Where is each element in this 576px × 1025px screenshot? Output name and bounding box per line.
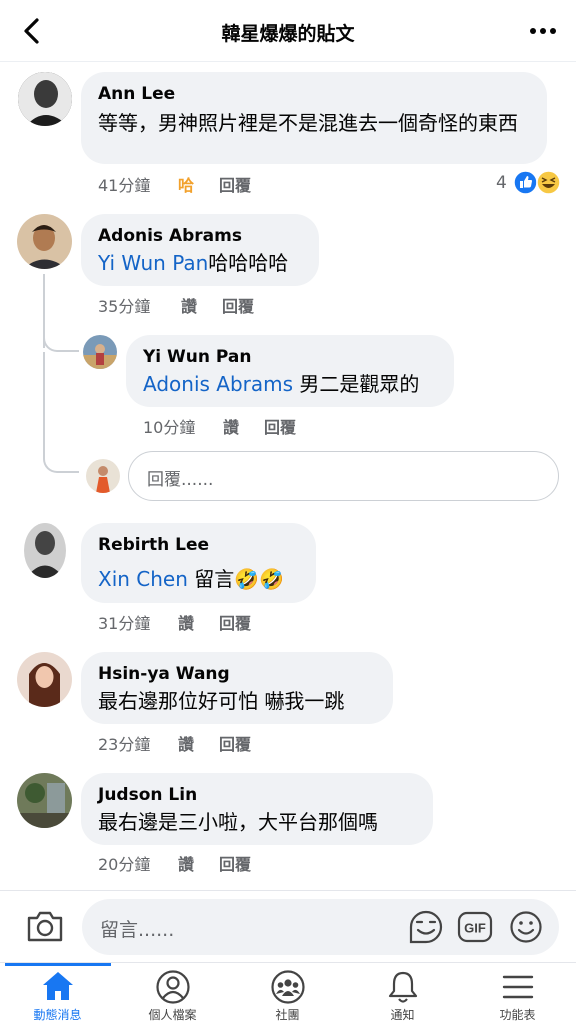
thread-connector xyxy=(43,352,79,473)
comment-time: 35分鐘 xyxy=(98,297,151,316)
comment-text: Yi Wun Pan哈哈哈哈 xyxy=(98,249,303,277)
reply-button[interactable]: 回覆 xyxy=(219,610,251,634)
comment-text-body: 留言🤣🤣 xyxy=(187,567,285,591)
mention-link[interactable]: Adonis Abrams xyxy=(143,372,293,396)
tab-label: 功能表 xyxy=(499,1008,536,1022)
comment-text: 最右邊那位好可怕 嚇我一跳 xyxy=(98,689,345,713)
like-button[interactable]: 讚 xyxy=(223,414,239,438)
tab-menu[interactable]: 功能表 xyxy=(460,963,575,1025)
groups-icon xyxy=(271,970,305,1004)
comment-text-body: 男二是觀眾的 xyxy=(293,372,420,396)
tab-label: 動態消息 xyxy=(33,1008,82,1022)
commenter-name[interactable]: Yi Wun Pan xyxy=(143,347,252,367)
commenter-name[interactable]: Ann Lee xyxy=(98,84,175,104)
svg-text:GIF: GIF xyxy=(464,921,486,936)
reply-input[interactable]: 回覆...... xyxy=(128,451,559,501)
commenter-name[interactable]: Hsin-ya Wang xyxy=(98,664,230,684)
reply-placeholder: 回覆...... xyxy=(147,470,214,490)
comment-time: 23分鐘 xyxy=(98,735,151,754)
comment-feed[interactable]: Ann Lee 等等，男神照片裡是不是混進去一個奇怪的東西 41分鐘 哈 回覆 … xyxy=(0,62,576,900)
reply-button[interactable]: 回覆 xyxy=(222,293,254,317)
comment-actions: 10分鐘 讚 回覆 xyxy=(143,414,403,438)
reaction-summary[interactable]: 4 xyxy=(496,170,562,196)
comment-bubble[interactable]: Adonis Abrams Yi Wun Pan哈哈哈哈 xyxy=(81,214,319,286)
reply-button[interactable]: 回覆 xyxy=(219,851,251,875)
tab-notifications[interactable]: 通知 xyxy=(345,963,460,1025)
sticker-icon[interactable] xyxy=(408,910,444,944)
avatar xyxy=(86,459,120,493)
comment-actions: 31分鐘 讚 回覆 xyxy=(98,610,358,634)
avatar[interactable] xyxy=(17,214,72,269)
tab-groups[interactable]: 社團 xyxy=(230,963,345,1025)
camera-icon[interactable] xyxy=(25,908,65,944)
avatar[interactable] xyxy=(83,335,117,369)
tab-profile[interactable]: 個人檔案 xyxy=(115,963,230,1025)
reply-button[interactable]: 回覆 xyxy=(264,414,296,438)
menu-icon xyxy=(502,975,534,999)
like-reaction-icon xyxy=(513,170,538,195)
home-icon xyxy=(43,972,73,1000)
comment-text: Xin Chen 留言🤣🤣 xyxy=(98,565,300,593)
more-options-icon[interactable] xyxy=(528,18,558,44)
comment-text: 等等，男神照片裡是不是混進去一個奇怪的東西 xyxy=(98,111,518,135)
avatar[interactable] xyxy=(24,523,66,578)
like-button[interactable]: 讚 xyxy=(178,731,194,755)
comment-placeholder: 留言...... xyxy=(100,919,175,941)
mention-link[interactable]: Yi Wun Pan xyxy=(98,251,208,275)
like-button[interactable]: 讚 xyxy=(181,293,197,317)
avatar[interactable] xyxy=(18,72,72,126)
commenter-name[interactable]: Rebirth Lee xyxy=(98,535,209,555)
header: 韓星爆爆的貼文 xyxy=(0,0,576,62)
gif-icon[interactable]: GIF xyxy=(457,911,493,943)
comment-composer: 留言...... GIF xyxy=(0,890,576,962)
profile-icon xyxy=(156,970,190,1004)
comment-actions: 23分鐘 讚 回覆 xyxy=(98,731,358,755)
comment-text-body: 哈哈哈哈 xyxy=(208,251,289,275)
bottom-tab-bar: 動態消息 個人檔案 社團 通知 功能表 xyxy=(0,962,576,1024)
comment-bubble[interactable]: Hsin-ya Wang 最右邊那位好可怕 嚇我一跳 xyxy=(81,652,393,724)
comment-text: 最右邊是三小啦，大平台那個嗎 xyxy=(98,810,378,834)
avatar[interactable] xyxy=(17,773,72,828)
thread-connector xyxy=(43,332,79,352)
reply-button[interactable]: 回覆 xyxy=(219,731,251,755)
comment-time: 41分鐘 xyxy=(98,176,151,195)
mention-link[interactable]: Xin Chen xyxy=(98,567,188,591)
commenter-name[interactable]: Adonis Abrams xyxy=(98,226,242,246)
like-button[interactable]: 讚 xyxy=(178,610,194,634)
comment-input[interactable]: 留言...... GIF xyxy=(82,899,559,955)
comment-bubble[interactable]: Yi Wun Pan Adonis Abrams 男二是觀眾的 xyxy=(126,335,454,407)
haha-reaction-icon xyxy=(536,170,561,195)
comment-actions: 35分鐘 讚 回覆 xyxy=(98,293,358,317)
comment-bubble[interactable]: Judson Lin 最右邊是三小啦，大平台那個嗎 xyxy=(81,773,433,845)
emoji-icon[interactable] xyxy=(509,910,543,944)
comment-time: 20分鐘 xyxy=(98,855,151,874)
comment-text: Adonis Abrams 男二是觀眾的 xyxy=(143,370,438,398)
comment-time: 31分鐘 xyxy=(98,614,151,633)
tab-label: 社團 xyxy=(275,1008,300,1022)
like-button[interactable]: 讚 xyxy=(178,851,194,875)
bell-icon xyxy=(388,971,418,1003)
reply-button[interactable]: 回覆 xyxy=(219,172,251,196)
tab-news-feed[interactable]: 動態消息 xyxy=(0,963,115,1025)
page-title: 韓星爆爆的貼文 xyxy=(221,23,355,45)
comment-bubble[interactable]: Rebirth Lee Xin Chen 留言🤣🤣 xyxy=(81,523,316,603)
comment-actions: 41分鐘 哈 回覆 xyxy=(98,172,398,196)
tab-label: 個人檔案 xyxy=(148,1008,197,1022)
commenter-name[interactable]: Judson Lin xyxy=(98,785,197,805)
reaction-count: 4 xyxy=(496,173,507,193)
comment-time: 10分鐘 xyxy=(143,418,196,437)
comment-actions: 20分鐘 讚 回覆 xyxy=(98,851,358,875)
comment-bubble[interactable]: Ann Lee 等等，男神照片裡是不是混進去一個奇怪的東西 xyxy=(81,72,547,164)
haha-reaction-button[interactable]: 哈 xyxy=(178,172,194,196)
avatar[interactable] xyxy=(17,652,72,707)
tab-label: 通知 xyxy=(390,1008,415,1022)
